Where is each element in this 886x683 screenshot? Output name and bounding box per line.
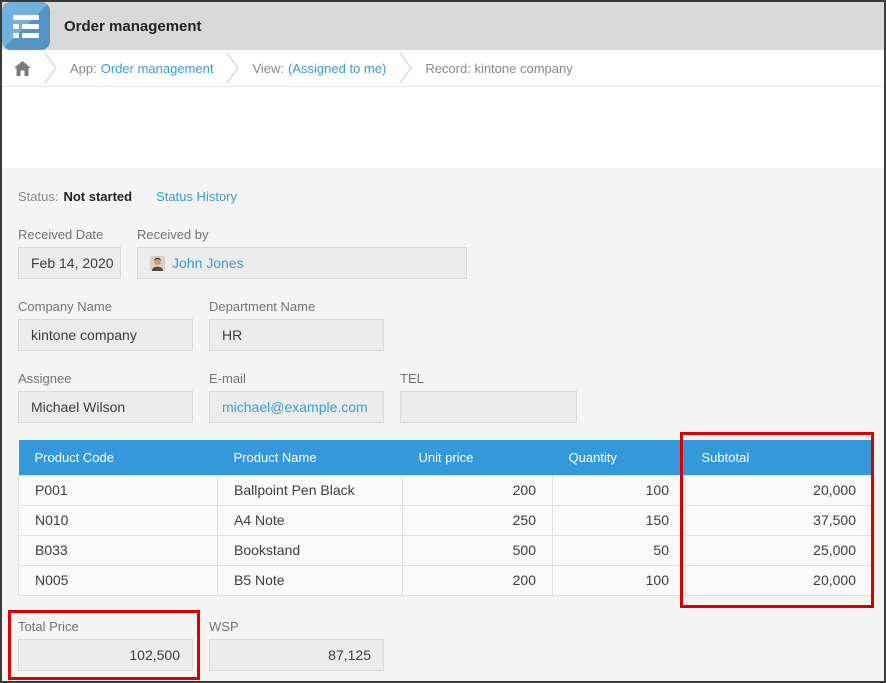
app-icon-bullet xyxy=(13,33,19,38)
chevron-separator-icon xyxy=(44,52,57,84)
cell-product-name: Ballpoint Pen Black xyxy=(218,475,403,505)
field-received-date: Received Date Feb 14, 2020 xyxy=(18,227,121,279)
breadcrumb-app-prefix: App: xyxy=(70,61,97,76)
page-title: Order management xyxy=(64,18,202,35)
cell-unit-price: 200 xyxy=(403,565,553,595)
app-icon-bar xyxy=(22,24,39,29)
tel-value xyxy=(400,391,577,423)
cell-product-code: P001 xyxy=(19,475,218,505)
app-icon[interactable] xyxy=(2,2,50,50)
field-wsp: WSP 87,125 xyxy=(209,619,384,671)
email-link[interactable]: michael@example.com xyxy=(222,399,368,415)
cell-product-code: N005 xyxy=(19,565,218,595)
app-icon-bar xyxy=(22,33,39,38)
column-header-product-name: Product Name xyxy=(218,440,403,475)
cell-product-code: N010 xyxy=(19,505,218,535)
field-label: WSP xyxy=(209,619,384,635)
cell-product-name: A4 Note xyxy=(218,505,403,535)
received-by-value: John Jones xyxy=(137,247,467,279)
status-value: Not started xyxy=(63,189,132,204)
column-header-product-code: Product Code xyxy=(19,440,218,475)
cell-quantity: 100 xyxy=(553,475,686,505)
table-row: N010 A4 Note 250 150 37,500 xyxy=(19,505,873,535)
field-assignee: Assignee Michael Wilson xyxy=(18,371,193,423)
status-label: Status: xyxy=(18,189,58,204)
field-received-by: Received by John Jones xyxy=(137,227,467,279)
column-header-subtotal: Subtotal xyxy=(686,440,873,475)
field-total-price: Total Price 102,500 xyxy=(18,619,193,671)
breadcrumb: App: Order management View: (Assigned to… xyxy=(2,50,884,87)
received-date-value: Feb 14, 2020 xyxy=(18,247,121,279)
field-row-totals: Total Price 102,500 WSP 87,125 xyxy=(18,619,868,671)
app-icon-bullet xyxy=(13,24,19,29)
status-history-link[interactable]: Status History xyxy=(156,189,237,204)
record-detail: Status: Not started Status History Recei… xyxy=(2,168,884,683)
table-row: N005 B5 Note 200 100 20,000 xyxy=(19,565,873,595)
table-row: B033 Bookstand 500 50 25,000 xyxy=(19,535,873,565)
breadcrumb-view-link[interactable]: (Assigned to me) xyxy=(288,61,386,76)
cell-unit-price: 200 xyxy=(403,475,553,505)
app-header: Order management xyxy=(2,2,884,50)
field-label: Total Price xyxy=(18,619,193,635)
table-header-row: Product Code Product Name Unit price Qua… xyxy=(19,440,873,475)
company-name-value: kintone company xyxy=(18,319,193,351)
app-icon-bar xyxy=(13,15,39,20)
breadcrumb-app-link[interactable]: Order management xyxy=(101,61,214,76)
field-tel: TEL xyxy=(400,371,577,423)
cell-subtotal: 37,500 xyxy=(686,505,873,535)
cell-unit-price: 500 xyxy=(403,535,553,565)
field-department-name: Department Name HR xyxy=(209,299,384,351)
field-company-name: Company Name kintone company xyxy=(18,299,193,351)
chevron-separator-icon xyxy=(226,52,239,84)
field-row: Company Name kintone company Department … xyxy=(18,299,868,351)
user-avatar xyxy=(150,256,165,271)
toolbar-spacer xyxy=(2,87,884,168)
field-label: Received by xyxy=(137,227,467,243)
field-label: Assignee xyxy=(18,371,193,387)
cell-product-name: B5 Note xyxy=(218,565,403,595)
home-icon[interactable] xyxy=(14,61,31,76)
table-row: P001 Ballpoint Pen Black 200 100 20,000 xyxy=(19,475,873,505)
products-table: Product Code Product Name Unit price Qua… xyxy=(18,440,873,596)
cell-product-code: B033 xyxy=(19,535,218,565)
cell-product-name: Bookstand xyxy=(218,535,403,565)
column-header-unit-price: Unit price xyxy=(403,440,553,475)
field-label: Company Name xyxy=(18,299,193,315)
breadcrumb-view-prefix: View: xyxy=(252,61,284,76)
breadcrumb-view: View: (Assigned to me) xyxy=(252,61,386,76)
breadcrumb-app: App: Order management xyxy=(70,61,213,76)
total-price-value: 102,500 xyxy=(18,639,193,671)
field-email: E-mail michael@example.com xyxy=(209,371,384,423)
field-label: E-mail xyxy=(209,371,384,387)
app-window: Order management App: Order management V… xyxy=(0,0,886,683)
field-label: Received Date xyxy=(18,227,121,243)
cell-quantity: 50 xyxy=(553,535,686,565)
received-by-user-link[interactable]: John Jones xyxy=(172,248,244,278)
cell-subtotal: 20,000 xyxy=(686,565,873,595)
cell-subtotal: 20,000 xyxy=(686,475,873,505)
department-name-value: HR xyxy=(209,319,384,351)
field-label: Department Name xyxy=(209,299,384,315)
cell-quantity: 150 xyxy=(553,505,686,535)
assignee-value: Michael Wilson xyxy=(18,391,193,423)
field-row: Assignee Michael Wilson E-mail michael@e… xyxy=(18,371,868,423)
cell-unit-price: 250 xyxy=(403,505,553,535)
cell-subtotal: 25,000 xyxy=(686,535,873,565)
cell-quantity: 100 xyxy=(553,565,686,595)
status-row: Status: Not started Status History xyxy=(18,168,868,204)
breadcrumb-record: Record: kintone company xyxy=(425,61,572,76)
field-row: Received Date Feb 14, 2020 Received by J… xyxy=(18,227,868,279)
chevron-separator-icon xyxy=(399,52,412,84)
email-value: michael@example.com xyxy=(209,391,384,423)
field-label: TEL xyxy=(400,371,577,387)
column-header-quantity: Quantity xyxy=(553,440,686,475)
wsp-value: 87,125 xyxy=(209,639,384,671)
